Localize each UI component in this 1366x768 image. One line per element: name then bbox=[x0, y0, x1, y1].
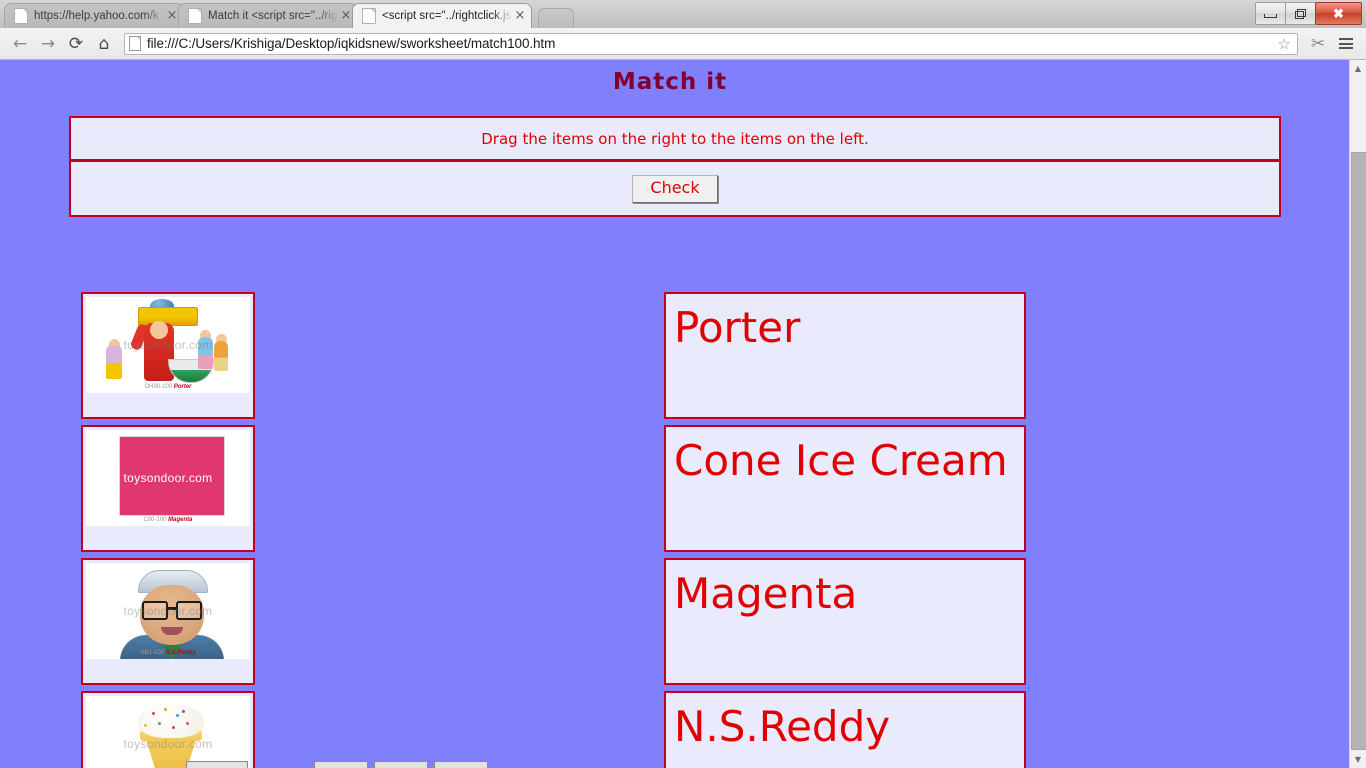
scissors-icon[interactable]: ✂ bbox=[1304, 30, 1332, 58]
page-title: Match it bbox=[612, 69, 728, 95]
tab-strip: https://help.yahoo.com/k × Match it <scr… bbox=[0, 0, 1366, 28]
scroll-down-icon[interactable]: ▼ bbox=[1350, 751, 1366, 768]
browser-tab-1[interactable]: https://help.yahoo.com/k × bbox=[4, 3, 184, 28]
browser-tab-3-active[interactable]: <script src="../rightclick.js × bbox=[352, 3, 532, 28]
picture-name: Magenta bbox=[168, 517, 193, 523]
bottom-button-1[interactable] bbox=[186, 761, 248, 768]
right-answer-column: Porter Cone Ice Cream Magenta N.S.Reddy bbox=[664, 292, 1026, 768]
new-tab-button[interactable] bbox=[538, 8, 574, 28]
scrollbar-thumb[interactable] bbox=[1351, 152, 1366, 750]
magenta-illustration bbox=[86, 430, 250, 526]
reload-icon[interactable]: ⟳ bbox=[62, 30, 90, 58]
minimize-icon bbox=[1264, 14, 1277, 18]
address-bar-url[interactable]: file:///C:/Users/Krishiga/Desktop/iqkids… bbox=[147, 36, 555, 51]
restore-button[interactable] bbox=[1285, 2, 1316, 25]
toolbar-right-group: ✂ bbox=[1304, 30, 1360, 58]
page-icon bbox=[14, 8, 28, 24]
picture-caption: OH90-100 Porter bbox=[86, 384, 250, 390]
tab-title: Match it <script src="../rig bbox=[208, 10, 338, 22]
picture-card-ns-reddy[interactable]: toysondoor.com NB1-100 N.S.Reddy bbox=[81, 558, 255, 685]
left-picture-column: toysondoor.com OH90-100 Porter toysondoo… bbox=[81, 292, 255, 768]
answer-item-ns-reddy[interactable]: N.S.Reddy bbox=[664, 691, 1026, 768]
scroll-up-icon[interactable]: ▲ bbox=[1350, 60, 1366, 77]
bottom-controls-strip bbox=[0, 761, 1350, 768]
tab-title: https://help.yahoo.com/k bbox=[34, 10, 159, 22]
vertical-scrollbar[interactable]: ▲ ▼ bbox=[1349, 60, 1366, 768]
picture-card-magenta[interactable]: toysondoor.com C80-100 Magenta bbox=[81, 425, 255, 552]
ns-reddy-illustration bbox=[86, 563, 250, 659]
page-icon bbox=[188, 8, 202, 24]
picture-frame: toysondoor.com C80-100 Magenta bbox=[86, 430, 250, 526]
minimize-button[interactable] bbox=[1255, 2, 1286, 25]
browser-toolbar: ← → ⟳ ⌂ file:///C:/Users/Krishiga/Deskto… bbox=[0, 28, 1366, 60]
picture-name: Porter bbox=[173, 384, 192, 390]
check-panel: Check bbox=[69, 160, 1281, 217]
picture-card-porter[interactable]: toysondoor.com OH90-100 Porter bbox=[81, 292, 255, 419]
hamburger-icon bbox=[1339, 38, 1353, 49]
picture-code: C80-100 bbox=[143, 517, 167, 523]
address-bar[interactable]: file:///C:/Users/Krishiga/Desktop/iqkids… bbox=[124, 32, 1298, 55]
bottom-button-2[interactable] bbox=[314, 761, 368, 768]
answer-item-magenta[interactable]: Magenta bbox=[664, 558, 1026, 685]
picture-code: OH90-100 bbox=[144, 384, 173, 390]
magenta-color-swatch bbox=[119, 436, 225, 516]
page-icon bbox=[129, 36, 141, 51]
close-window-button[interactable]: ✖ bbox=[1315, 2, 1362, 25]
picture-code: NB1-100 bbox=[140, 650, 164, 656]
worksheet-page: Match it Drag the items on the right to … bbox=[0, 60, 1350, 768]
close-icon[interactable]: × bbox=[339, 9, 353, 23]
forward-icon[interactable]: → bbox=[34, 30, 62, 58]
bookmark-star-icon[interactable]: ☆ bbox=[1278, 35, 1293, 53]
window-controls: ✖ bbox=[1255, 2, 1362, 25]
page-viewport: Match it Drag the items on the right to … bbox=[0, 60, 1366, 768]
home-icon[interactable]: ⌂ bbox=[90, 30, 118, 58]
cone-icecream-illustration bbox=[86, 696, 250, 768]
check-button[interactable]: Check bbox=[632, 174, 718, 203]
picture-frame: toysondoor.com B77-100 Cone Icecream bbox=[86, 696, 250, 768]
instruction-panel: Drag the items on the right to the items… bbox=[69, 116, 1281, 161]
picture-frame: toysondoor.com OH90-100 Porter bbox=[86, 297, 250, 393]
porter-illustration bbox=[86, 297, 250, 393]
picture-frame: toysondoor.com NB1-100 N.S.Reddy bbox=[86, 563, 250, 659]
browser-tab-2[interactable]: Match it <script src="../rig × bbox=[178, 3, 358, 28]
picture-caption: NB1-100 N.S.Reddy bbox=[86, 650, 250, 656]
picture-caption: C80-100 Magenta bbox=[86, 517, 250, 523]
back-icon[interactable]: ← bbox=[6, 30, 34, 58]
instruction-text: Drag the items on the right to the items… bbox=[481, 129, 869, 148]
close-icon[interactable]: × bbox=[165, 9, 179, 23]
tab-title: <script src="../rightclick.js bbox=[382, 10, 512, 22]
answer-item-porter[interactable]: Porter bbox=[664, 292, 1026, 419]
restore-icon bbox=[1295, 8, 1306, 19]
close-icon[interactable]: × bbox=[513, 9, 527, 23]
bottom-button-4[interactable] bbox=[434, 761, 488, 768]
answer-item-cone-ice-cream[interactable]: Cone Ice Cream bbox=[664, 425, 1026, 552]
bottom-button-3[interactable] bbox=[374, 761, 428, 768]
menu-button[interactable] bbox=[1332, 30, 1360, 58]
browser-window: https://help.yahoo.com/k × Match it <scr… bbox=[0, 0, 1366, 768]
picture-card-cone-icecream[interactable]: toysondoor.com B77-100 Cone Icecream bbox=[81, 691, 255, 768]
page-icon bbox=[362, 8, 376, 24]
picture-name: N.S.Reddy bbox=[165, 650, 196, 656]
